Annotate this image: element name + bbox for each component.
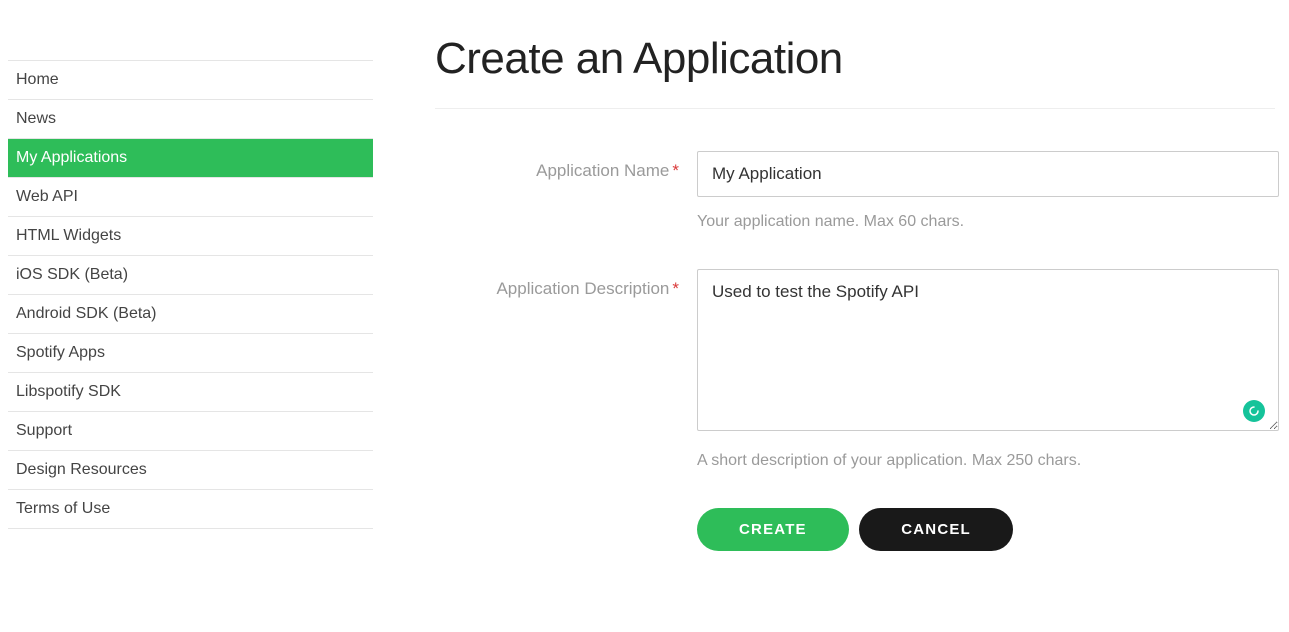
sidebar-item-html-widgets[interactable]: HTML Widgets xyxy=(8,217,373,256)
required-marker: * xyxy=(672,161,679,180)
label-text: Application Name xyxy=(536,161,669,180)
form-row-name: Application Name* Your application name.… xyxy=(435,151,1289,231)
cancel-button[interactable]: CANCEL xyxy=(859,508,1013,551)
form-row-description: Application Description* A short descrip… xyxy=(435,269,1289,470)
application-description-label: Application Description* xyxy=(435,269,697,299)
application-name-label: Application Name* xyxy=(435,151,697,181)
sidebar-item-android-sdk[interactable]: Android SDK (Beta) xyxy=(8,295,373,334)
sidebar-item-ios-sdk[interactable]: iOS SDK (Beta) xyxy=(8,256,373,295)
sidebar-item-libspotify-sdk[interactable]: Libspotify SDK xyxy=(8,373,373,412)
label-text: Application Description xyxy=(496,279,669,298)
description-textarea-wrap xyxy=(697,269,1279,436)
sidebar: Home News My Applications Web API HTML W… xyxy=(0,0,373,632)
application-name-field-wrap: Your application name. Max 60 chars. xyxy=(697,151,1279,231)
application-name-input[interactable] xyxy=(697,151,1279,197)
divider xyxy=(435,108,1275,109)
sidebar-item-support[interactable]: Support xyxy=(8,412,373,451)
required-marker: * xyxy=(672,279,679,298)
sidebar-item-my-applications[interactable]: My Applications xyxy=(8,139,373,178)
sidebar-item-web-api[interactable]: Web API xyxy=(8,178,373,217)
sidebar-list: Home News My Applications Web API HTML W… xyxy=(8,60,373,529)
sidebar-item-news[interactable]: News xyxy=(8,100,373,139)
application-description-input[interactable] xyxy=(697,269,1279,431)
sidebar-item-design-resources[interactable]: Design Resources xyxy=(8,451,373,490)
sidebar-item-home[interactable]: Home xyxy=(8,61,373,100)
application-description-help: A short description of your application.… xyxy=(697,452,1279,470)
page-title: Create an Application xyxy=(435,34,1289,84)
sidebar-item-spotify-apps[interactable]: Spotify Apps xyxy=(8,334,373,373)
sidebar-item-terms-of-use[interactable]: Terms of Use xyxy=(8,490,373,529)
application-name-help: Your application name. Max 60 chars. xyxy=(697,213,1279,231)
application-description-field-wrap: A short description of your application.… xyxy=(697,269,1279,470)
form-buttons: CREATE CANCEL xyxy=(697,508,1289,551)
create-button[interactable]: CREATE xyxy=(697,508,849,551)
main-content: Create an Application Application Name* … xyxy=(373,0,1289,632)
